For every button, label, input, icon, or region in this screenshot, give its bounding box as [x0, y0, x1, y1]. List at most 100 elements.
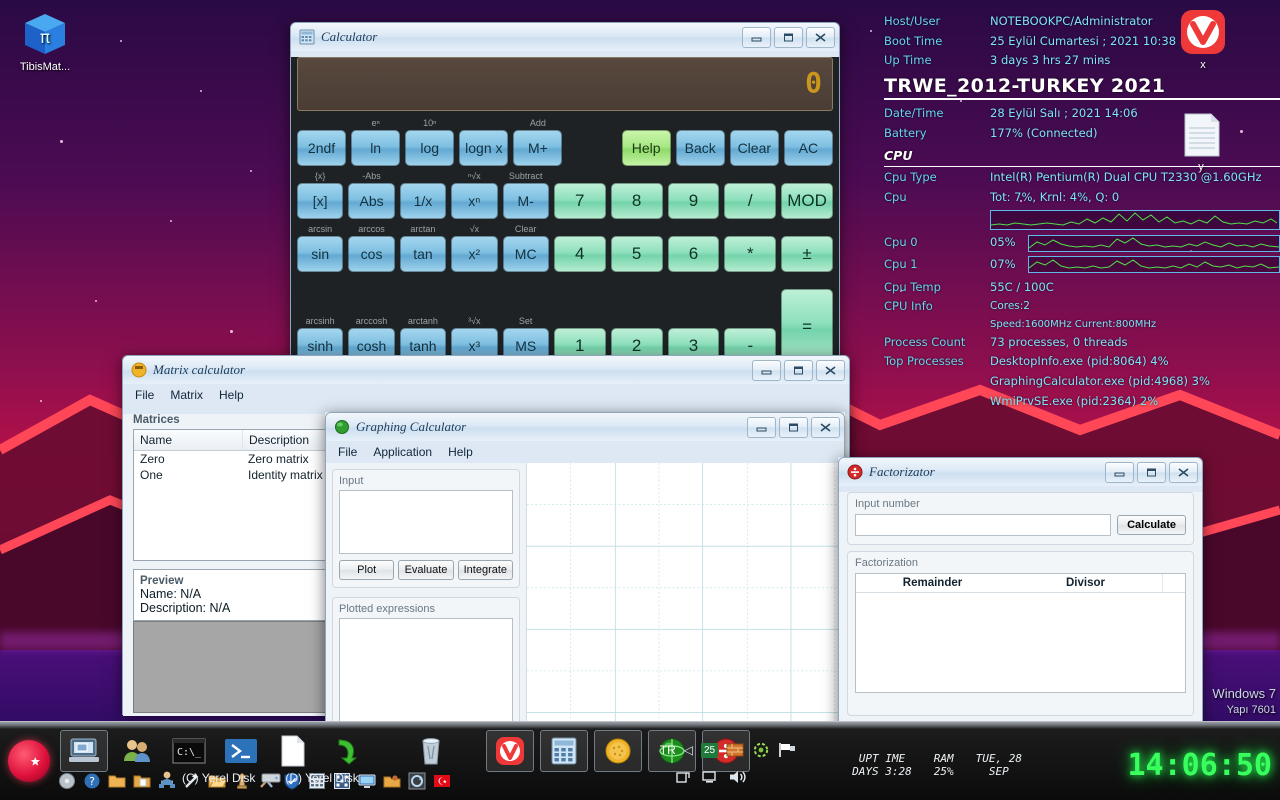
menu-help[interactable]: Help [219, 388, 244, 402]
archive-folder-icon[interactable] [383, 772, 401, 790]
sync-icon[interactable] [408, 772, 426, 790]
system-tray[interactable]: TR ◁ 25 [660, 742, 798, 758]
column-header-name[interactable]: Name [134, 430, 243, 450]
network-status-icon[interactable] [701, 768, 719, 786]
key-label[interactable]: ± [781, 236, 834, 272]
calculator-key-clear[interactable]: Clear [729, 117, 779, 166]
taskbutton-vivaldi[interactable] [486, 730, 534, 772]
calculator-key-divide[interactable]: / [724, 170, 777, 219]
key-label[interactable]: * [724, 236, 777, 272]
calculator-key-mc[interactable]: Clear MC [502, 223, 549, 272]
key-label[interactable]: 7 [553, 183, 606, 219]
integrate-button[interactable]: Integrate [457, 560, 513, 580]
calculator-key-x-pow-n[interactable]: ⁿ√x xⁿ [451, 170, 498, 219]
quicklaunch-green-arrow[interactable] [322, 731, 368, 771]
key-label[interactable]: 1/x [399, 183, 447, 219]
drive-shortcuts[interactable]: (C) Yerel Disk (D) Yerel Disk [160, 770, 359, 786]
calculator-key-log[interactable]: 10ⁿ log [405, 117, 455, 166]
matrix-maximize-button[interactable] [784, 359, 813, 381]
matrix-close-button[interactable] [816, 359, 845, 381]
key-label[interactable]: MOD [781, 183, 834, 219]
tray-badge-icon[interactable]: 25 [701, 742, 718, 758]
factorizator-close-button[interactable] [1169, 461, 1198, 483]
calculator-key-bracket-x[interactable]: {x} [x] [297, 170, 344, 219]
key-label[interactable]: Back [675, 130, 725, 166]
quicklaunch-show-desktop[interactable] [60, 730, 108, 772]
calculator-close-button[interactable] [806, 26, 835, 48]
evaluate-button[interactable]: Evaluate [398, 560, 454, 580]
action-center-flag-icon[interactable] [778, 742, 798, 758]
menu-file[interactable]: File [135, 388, 154, 402]
display-settings-icon[interactable] [358, 772, 376, 790]
folder-documents-icon[interactable] [133, 772, 151, 790]
graphing-titlebar[interactable]: Graphing Calculator [326, 413, 844, 441]
key-label[interactable]: Abs [348, 183, 395, 219]
quicklaunch-command-prompt[interactable]: C:\_ [166, 731, 212, 771]
calculate-button[interactable]: Calculate [1117, 515, 1186, 535]
calculator-key-ac[interactable]: AC [783, 117, 833, 166]
key-label[interactable]: cos [348, 236, 395, 272]
taskbar[interactable]: C:\_ ? (C) Yerel Disk (D) Yerel Disk TR … [0, 721, 1280, 800]
quicklaunch-blank-document[interactable] [270, 731, 316, 771]
menu-help[interactable]: Help [448, 445, 473, 459]
quicklaunch-recycle-bin[interactable] [408, 731, 454, 771]
key-label[interactable]: xⁿ [451, 183, 498, 219]
calculator-key-reciprocal[interactable]: 1/x [399, 170, 447, 219]
calculator-key-m-minus[interactable]: Subtract M- [502, 170, 549, 219]
calculator-display[interactable]: 0 [297, 57, 833, 111]
drive-c[interactable]: (C) Yerel Disk [160, 770, 255, 786]
calculator-key-equals[interactable]: = [781, 276, 834, 364]
calculator-key-9[interactable]: 9 [667, 170, 720, 219]
eject-device-icon[interactable] [674, 768, 692, 786]
quicklaunch-powershell[interactable] [218, 731, 264, 771]
calculator-key-m-plus[interactable]: Add M+ [513, 117, 563, 166]
graphing-close-button[interactable] [811, 416, 840, 438]
key-label[interactable]: M- [502, 183, 549, 219]
key-label[interactable]: / [724, 183, 777, 219]
calculator-key-5[interactable]: 5 [610, 223, 663, 272]
taskbar-clock[interactable]: 14:06:50 [1128, 748, 1273, 783]
turkish-flag-small-icon[interactable] [433, 772, 451, 790]
key-label[interactable]: 4 [553, 236, 606, 272]
antivirus-icon[interactable] [752, 742, 770, 758]
key-label[interactable]: tan [399, 236, 447, 272]
key-label[interactable]: x² [451, 236, 498, 272]
key-label[interactable]: logn x [459, 130, 509, 166]
calculator-key-4[interactable]: 4 [553, 223, 606, 272]
input-number-field[interactable] [855, 514, 1112, 536]
desktop-icon-tibismat[interactable]: π TibisMat... [2, 10, 88, 74]
expression-input[interactable] [339, 490, 513, 554]
desktop[interactable]: π TibisMat... x y Host/User NOTEBOOKPC/A [0, 0, 1280, 800]
calculator-titlebar[interactable]: Calculator [291, 23, 839, 51]
calculator-key-mod[interactable]: MOD [781, 170, 834, 219]
calculator-key-7[interactable]: 7 [553, 170, 606, 219]
volume-icon[interactable] [728, 768, 748, 786]
key-label[interactable]: log [405, 130, 455, 166]
calculator-minimize-button[interactable] [742, 26, 771, 48]
key-label[interactable]: 8 [610, 183, 663, 219]
key-label[interactable]: [x] [297, 183, 344, 219]
system-tray-row2[interactable] [674, 768, 748, 786]
menu-application[interactable]: Application [373, 445, 432, 459]
factorizator-maximize-button[interactable] [1137, 461, 1166, 483]
graphing-minimize-button[interactable] [747, 416, 776, 438]
key-label[interactable]: = [781, 289, 834, 364]
factorizator-titlebar[interactable]: Factorizator [839, 458, 1202, 486]
drive-d[interactable]: (D) Yerel Disk [261, 771, 359, 785]
firewall-icon[interactable] [726, 742, 744, 758]
column-header-description[interactable]: Description [243, 430, 315, 450]
calculator-key-6[interactable]: 6 [667, 223, 720, 272]
calculator-key-x-squared[interactable]: √x x² [451, 223, 498, 272]
menu-file[interactable]: File [338, 445, 357, 459]
key-label[interactable]: M+ [513, 130, 563, 166]
column-header-divisor[interactable]: Divisor [1009, 574, 1162, 592]
calculator-key-abs[interactable]: -Abs Abs [348, 170, 395, 219]
calculator-key-8[interactable]: 8 [610, 170, 663, 219]
calculator-maximize-button[interactable] [774, 26, 803, 48]
matrix-menubar[interactable]: File Matrix Help [123, 384, 849, 406]
key-label[interactable]: AC [783, 130, 833, 166]
key-label[interactable]: MC [502, 236, 549, 272]
calculator-key-logn-x[interactable]: logn x [459, 117, 509, 166]
quicklaunch-users[interactable] [114, 731, 160, 771]
language-indicator[interactable]: TR [660, 743, 676, 757]
